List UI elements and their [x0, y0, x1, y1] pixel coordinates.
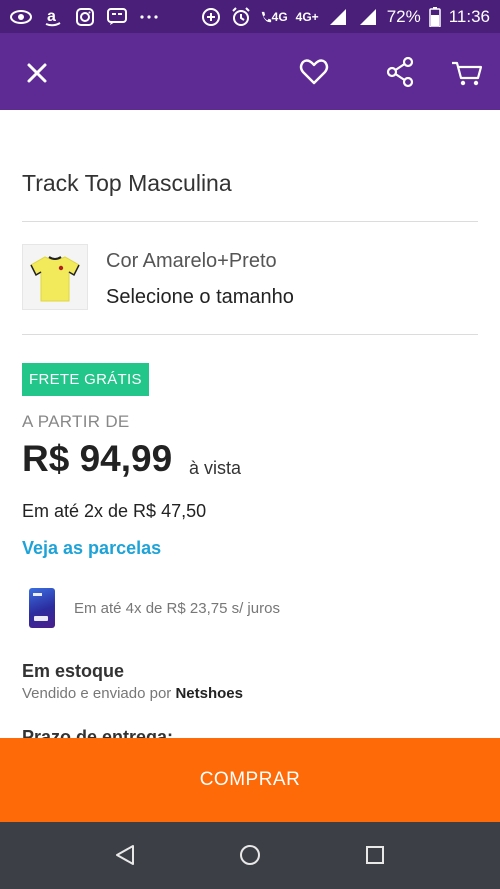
cart-button[interactable] [450, 57, 484, 89]
color-label: Cor Amarelo+Preto [106, 250, 277, 272]
home-button[interactable] [238, 843, 262, 867]
battery-icon [428, 6, 441, 27]
sold-by-prefix: Vendido e enviado por [22, 685, 172, 702]
amazon-a-icon: a [42, 8, 64, 26]
divider [22, 221, 478, 222]
home-icon [240, 845, 260, 865]
credit-card-icon [29, 588, 55, 628]
free-shipping-badge: FRETE GRÁTIS [22, 363, 149, 396]
signal-icon [327, 8, 349, 26]
product-thumbnail[interactable] [22, 244, 88, 310]
network-4g-label: 4G [271, 9, 288, 24]
cart-icon [452, 61, 483, 86]
eye-icon [10, 8, 32, 26]
seller-name: Netshoes [175, 685, 243, 702]
size-selector[interactable]: Selecione o tamanho [106, 286, 294, 309]
status-bar: a 4G 4G+ 72% 11:36 [0, 0, 500, 33]
buy-button[interactable]: COMPRAR [0, 738, 500, 822]
app-bar [0, 33, 500, 110]
close-icon [27, 63, 47, 83]
instagram-icon [74, 7, 96, 26]
notification-icons: a [10, 7, 160, 26]
network-4g-plus-label: 4G+ [295, 9, 319, 24]
signal-icon [357, 8, 379, 26]
yellow-shirt-image [30, 256, 80, 302]
favorite-button[interactable] [298, 56, 330, 88]
divider [22, 334, 478, 335]
clock: 11:36 [448, 6, 490, 26]
from-label: A PARTIR DE [22, 412, 130, 431]
system-icons: 4G 4G+ 72% 11:36 [200, 6, 490, 27]
cash-label: à vista [189, 458, 242, 478]
call-4g-icon: 4G [260, 8, 288, 26]
recent-apps-icon [366, 846, 384, 864]
stock-status: Em estoque [22, 661, 125, 681]
product-details: Track Top Masculina Cor Amarelo+Preto Se… [0, 110, 500, 738]
heart-icon [299, 59, 329, 85]
chat-icon [106, 7, 128, 26]
back-button[interactable] [113, 843, 137, 867]
share-icon [386, 56, 414, 88]
installments-text: Em até 2x de R$ 47,50 [22, 501, 207, 521]
delivery-label: Prazo de entrega: [22, 727, 174, 738]
installments-link[interactable]: Veja as parcelas [22, 538, 161, 559]
card-offer-text: Em até 4x de R$ 23,75 s/ juros [74, 600, 280, 617]
price: R$ 94,99 [22, 438, 173, 479]
svg-text:a: a [47, 8, 56, 25]
system-nav-bar [0, 822, 500, 889]
share-button[interactable] [385, 56, 415, 88]
sold-by: Vendido e enviado por Netshoes [22, 685, 243, 702]
alarm-icon [230, 6, 252, 26]
battery-percent: 72% [386, 6, 421, 26]
close-button[interactable] [22, 58, 52, 88]
data-saver-icon [200, 7, 222, 26]
overflow-dots-icon [138, 8, 160, 26]
recent-apps-button[interactable] [363, 843, 387, 867]
back-icon [116, 845, 134, 865]
product-title: Track Top Masculina [22, 170, 232, 196]
